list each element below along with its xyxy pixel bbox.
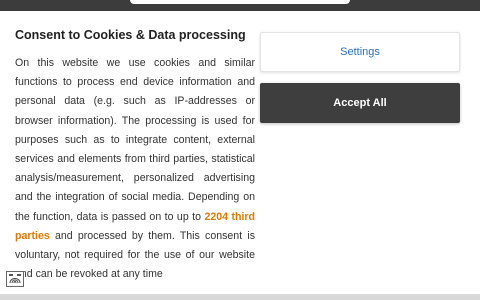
consent-description: On this website we use cookies and simil… (15, 54, 255, 284)
fingerprint-icon[interactable] (6, 271, 24, 287)
description-text-2: and processed by them. This consent is v… (15, 229, 255, 281)
dialog-title: Consent to Cookies & Data processing (15, 28, 246, 42)
accept-all-button[interactable]: Accept All (260, 83, 460, 123)
description-text-1: On this website we use cookies and simil… (15, 57, 255, 223)
consent-dialog: Consent to Cookies & Data processing On … (0, 11, 480, 294)
top-tab (130, 0, 350, 4)
settings-button[interactable]: Settings (260, 32, 460, 72)
top-overlay-bar (0, 0, 480, 11)
page-bottom-strip (0, 294, 480, 300)
